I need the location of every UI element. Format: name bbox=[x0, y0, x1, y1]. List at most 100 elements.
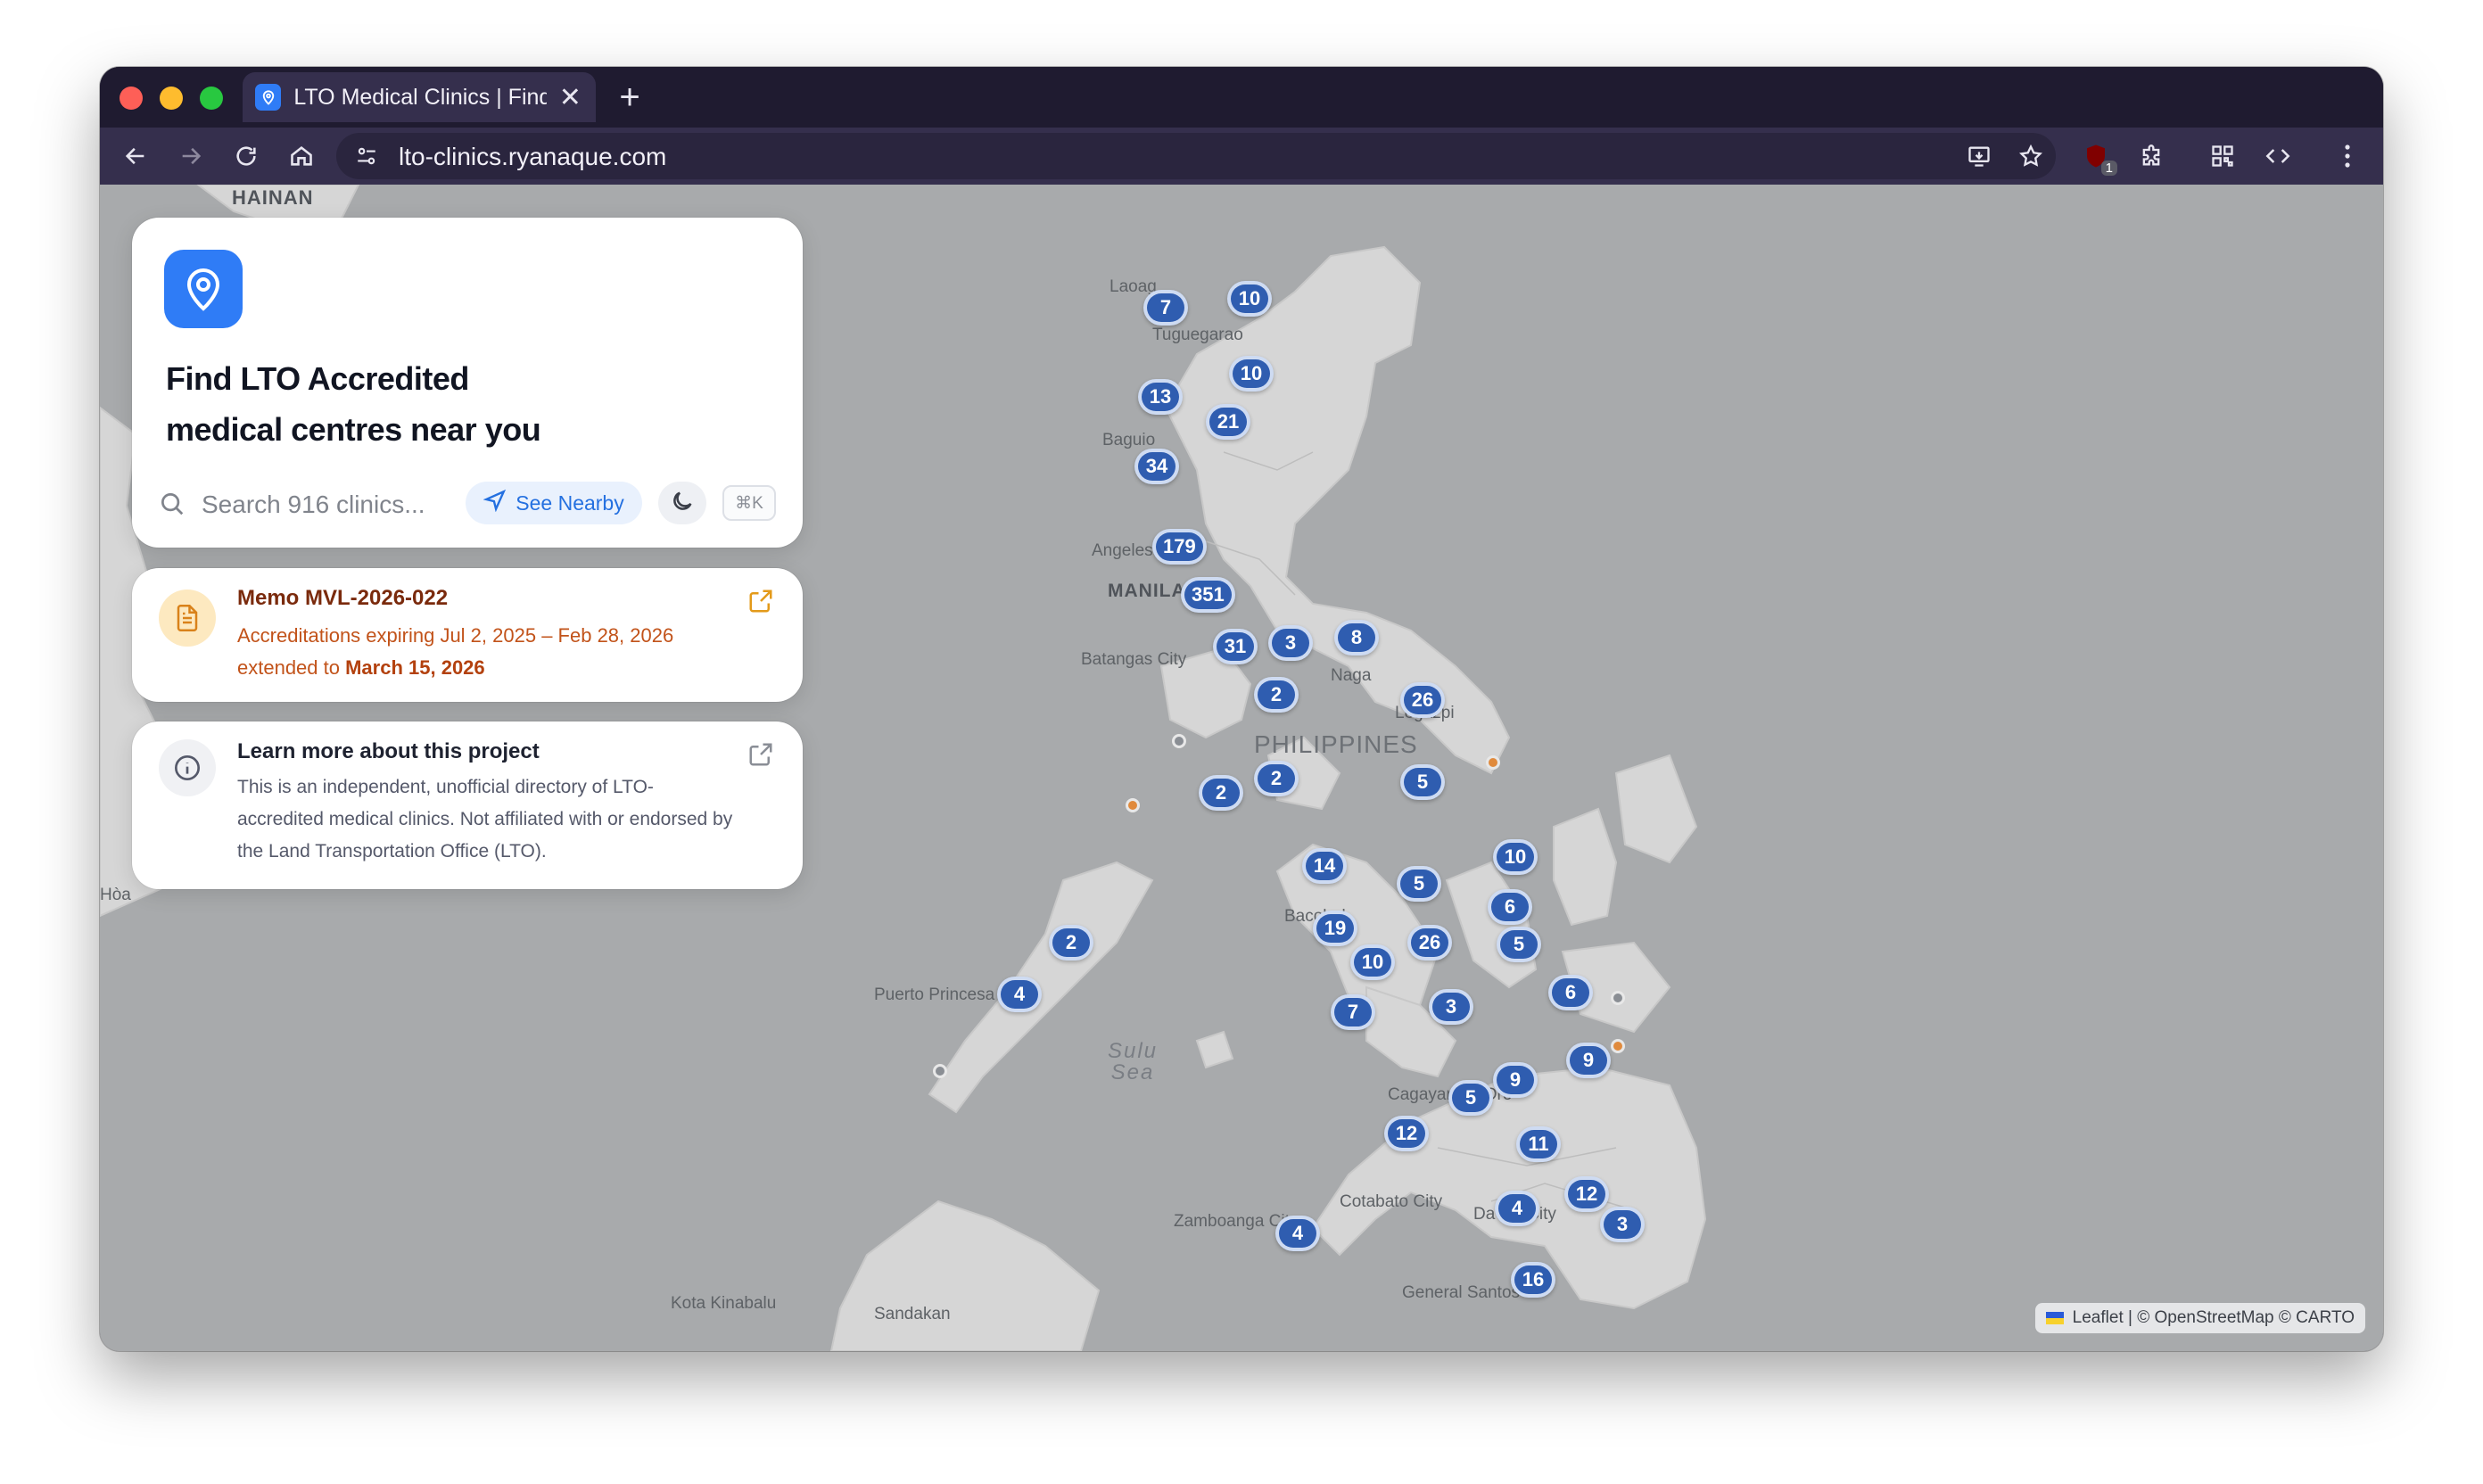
ublock-extension-icon[interactable]: 1 bbox=[2080, 140, 2117, 176]
map-attribution[interactable]: Leaflet | © OpenStreetMap © CARTO bbox=[2034, 1303, 2365, 1333]
map-location-dot[interactable] bbox=[933, 1064, 947, 1078]
map-location-dot[interactable] bbox=[1172, 734, 1186, 748]
clinic-cluster-marker[interactable]: 2 bbox=[1254, 677, 1299, 713]
back-icon[interactable] bbox=[120, 140, 152, 172]
map-pin-logo-icon bbox=[164, 250, 243, 328]
clinic-cluster-marker[interactable]: 11 bbox=[1516, 1126, 1561, 1162]
clinic-cluster-marker[interactable]: 10 bbox=[1229, 356, 1274, 392]
map-label-puerto-princesa: Puerto Princesa bbox=[874, 985, 995, 1004]
map-label-hainan: HAINAN bbox=[232, 186, 314, 209]
clinic-cluster-marker[interactable]: 10 bbox=[1227, 281, 1272, 317]
clinic-cluster-marker[interactable]: 3 bbox=[1429, 989, 1473, 1025]
address-bar[interactable]: lto-clinics.ryanaque.com bbox=[336, 133, 2056, 179]
tab-title: LTO Medical Clinics | Find LTO Accredite… bbox=[293, 84, 547, 110]
clinic-cluster-marker[interactable]: 179 bbox=[1152, 529, 1207, 565]
moon-icon bbox=[670, 489, 695, 518]
page-title-line2: medical centres near you bbox=[166, 411, 541, 448]
clinic-cluster-marker[interactable]: 3 bbox=[1600, 1207, 1645, 1242]
clinic-cluster-marker[interactable]: 31 bbox=[1213, 629, 1258, 664]
browser-menu-icon[interactable] bbox=[2331, 140, 2363, 172]
forward-icon[interactable] bbox=[175, 140, 207, 172]
external-link-icon[interactable] bbox=[747, 588, 776, 616]
bookmark-star-icon[interactable] bbox=[2015, 140, 2047, 172]
maximize-window-button[interactable] bbox=[200, 87, 223, 110]
clinic-cluster-marker[interactable]: 21 bbox=[1206, 404, 1250, 440]
theme-toggle-button[interactable] bbox=[658, 482, 706, 524]
map-label-country: PHILIPPINES bbox=[1254, 730, 1418, 758]
map-label-angeles: Angeles bbox=[1092, 541, 1153, 560]
browser-tab[interactable]: LTO Medical Clinics | Find LTO Accredite… bbox=[243, 72, 596, 122]
close-tab-icon[interactable]: ✕ bbox=[557, 82, 583, 113]
clinic-cluster-marker[interactable]: 12 bbox=[1384, 1116, 1429, 1151]
memo-notice-card[interactable]: Memo MVL-2026-022 Accreditations expirin… bbox=[132, 568, 803, 702]
map-location-dot[interactable] bbox=[1486, 755, 1500, 770]
map-location-dot[interactable] bbox=[1611, 991, 1625, 1005]
install-app-icon[interactable] bbox=[1963, 140, 1995, 172]
external-link-icon[interactable] bbox=[747, 741, 776, 770]
clinic-cluster-marker[interactable]: 3 bbox=[1268, 625, 1313, 661]
info-description: This is an independent, unofficial direc… bbox=[237, 777, 733, 862]
clinic-cluster-marker[interactable]: 4 bbox=[1495, 1191, 1539, 1226]
url-text: lto-clinics.ryanaque.com bbox=[399, 143, 667, 170]
navigation-arrow-icon bbox=[483, 489, 507, 517]
home-icon[interactable] bbox=[285, 140, 318, 172]
page-title-line1: Find LTO Accredited bbox=[166, 360, 469, 397]
clinic-cluster-marker[interactable]: 5 bbox=[1497, 927, 1541, 962]
site-settings-icon[interactable] bbox=[351, 140, 383, 172]
new-tab-button[interactable]: + bbox=[610, 78, 649, 118]
clinic-cluster-marker[interactable]: 10 bbox=[1350, 944, 1395, 980]
clinic-cluster-marker[interactable]: 14 bbox=[1302, 848, 1347, 884]
see-nearby-label: See Nearby bbox=[516, 491, 624, 515]
clinic-cluster-marker[interactable]: 34 bbox=[1134, 449, 1179, 484]
devtools-code-icon[interactable] bbox=[2262, 140, 2294, 172]
clinic-cluster-marker[interactable]: 4 bbox=[997, 977, 1042, 1012]
clinic-cluster-marker[interactable]: 13 bbox=[1138, 379, 1183, 415]
map-label-kota-kinabalu: Kota Kinabalu bbox=[671, 1294, 777, 1313]
map-label-sulu-sea: Sulu Sea bbox=[1107, 1039, 1159, 1084]
clinic-cluster-marker[interactable]: 7 bbox=[1331, 994, 1375, 1030]
attribution-text: Leaflet | © OpenStreetMap © CARTO bbox=[2072, 1308, 2355, 1327]
map-label-tuguegarao: Tuguegarao bbox=[1152, 326, 1243, 344]
clinic-cluster-marker[interactable]: 7 bbox=[1143, 290, 1188, 326]
clinic-cluster-marker[interactable]: 9 bbox=[1493, 1062, 1538, 1098]
clinic-cluster-marker[interactable]: 2 bbox=[1049, 925, 1093, 960]
clinic-cluster-marker[interactable]: 26 bbox=[1407, 925, 1452, 960]
clinic-cluster-marker[interactable]: 4 bbox=[1275, 1216, 1320, 1251]
info-icon bbox=[159, 739, 216, 796]
map-location-dot[interactable] bbox=[1126, 798, 1140, 812]
clinic-cluster-marker[interactable]: 5 bbox=[1400, 764, 1445, 800]
minimize-window-button[interactable] bbox=[160, 87, 183, 110]
clinic-cluster-marker[interactable]: 6 bbox=[1548, 975, 1593, 1010]
clinic-cluster-marker[interactable]: 8 bbox=[1334, 620, 1379, 655]
reload-icon[interactable] bbox=[230, 140, 262, 172]
clinic-cluster-marker[interactable]: 2 bbox=[1199, 775, 1243, 811]
clinic-cluster-marker[interactable]: 2 bbox=[1254, 761, 1299, 796]
map-label-batangas: Batangas City bbox=[1081, 650, 1187, 669]
clinic-cluster-marker[interactable]: 12 bbox=[1564, 1176, 1609, 1212]
map-viewport[interactable]: HAINAN Laoag Tuguegarao Baguio Angeles M… bbox=[100, 185, 2383, 1351]
map-location-dot[interactable] bbox=[1611, 1039, 1625, 1053]
clinic-cluster-marker[interactable]: 351 bbox=[1181, 577, 1235, 613]
map-label-cotabato: Cotabato City bbox=[1340, 1192, 1443, 1211]
clinic-cluster-marker[interactable]: 10 bbox=[1493, 839, 1538, 875]
ukraine-flag-icon bbox=[2045, 1312, 2064, 1324]
clinic-cluster-marker[interactable]: 9 bbox=[1566, 1043, 1611, 1078]
clinic-cluster-marker[interactable]: 5 bbox=[1397, 866, 1441, 902]
keyboard-shortcut-hint: ⌘K bbox=[722, 485, 776, 521]
clinic-cluster-marker[interactable]: 26 bbox=[1400, 682, 1445, 718]
memo-title: Memo MVL-2026-022 bbox=[237, 586, 449, 610]
browser-toolbar: lto-clinics.ryanaque.com 1 bbox=[100, 128, 2383, 185]
clinic-cluster-marker[interactable]: 19 bbox=[1313, 911, 1357, 946]
search-input[interactable] bbox=[202, 485, 442, 524]
extension-badge: 1 bbox=[2100, 161, 2117, 176]
clinic-cluster-marker[interactable]: 16 bbox=[1511, 1262, 1555, 1298]
see-nearby-button[interactable]: See Nearby bbox=[466, 482, 642, 524]
memo-line2-prefix: extended to bbox=[237, 656, 340, 679]
extensions-puzzle-icon[interactable] bbox=[2135, 140, 2167, 172]
clinic-cluster-marker[interactable]: 6 bbox=[1488, 889, 1532, 925]
project-info-card[interactable]: Learn more about this project This is an… bbox=[132, 721, 803, 889]
close-window-button[interactable] bbox=[120, 87, 143, 110]
qr-code-icon[interactable] bbox=[2207, 140, 2239, 172]
search-icon bbox=[159, 491, 186, 522]
clinic-cluster-marker[interactable]: 5 bbox=[1448, 1080, 1493, 1116]
